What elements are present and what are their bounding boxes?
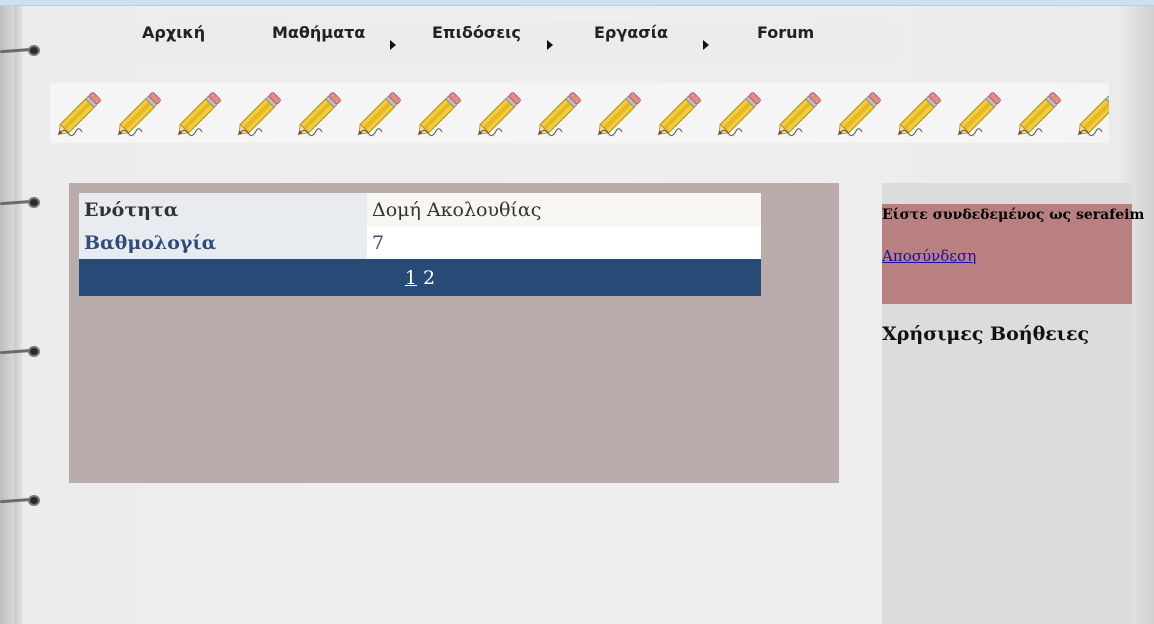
grade-table: Ενότητα Δομή Ακολουθίας Βαθμολογία 7 1 2: [79, 193, 761, 296]
unit-value: Δομή Ακολουθίας: [367, 193, 761, 226]
main-navigation: Αρχική Μαθήματα Επιδόσεις Εργασία Forum: [98, 22, 899, 63]
nav-item-assignment[interactable]: Εργασία: [594, 23, 668, 42]
sidebar: Είστε συνδεδεμένος ως serafeim Αποσύνδεσ…: [882, 183, 1144, 624]
pencil-icon: [237, 92, 281, 137]
pencil-icon: [777, 92, 821, 137]
pencil-icon: [897, 92, 941, 137]
pager-row: 1 2: [79, 259, 761, 296]
submenu-arrow-icon: [390, 40, 396, 50]
grade-header: Βαθμολογία: [79, 226, 367, 259]
pencil-icon: [297, 92, 341, 137]
login-status-box: Είστε συνδεδεμένος ως serafeim Αποσύνδεσ…: [882, 204, 1144, 304]
pencil-icon: [957, 92, 1001, 137]
nav-item-courses[interactable]: Μαθήματα: [272, 23, 365, 42]
pencil-icon: [1077, 92, 1109, 137]
logout-link[interactable]: Αποσύνδεση: [882, 247, 976, 265]
pencil-icon: [357, 92, 401, 137]
notebook-spine: [14, 6, 22, 624]
pencil-icon: [417, 92, 461, 137]
pencil-banner: [50, 83, 1109, 143]
page-link-1[interactable]: 1: [405, 267, 417, 289]
nav-item-home[interactable]: Αρχική: [142, 23, 205, 42]
table-row: Βαθμολογία 7: [79, 226, 761, 259]
pencil-icon: [1017, 92, 1061, 137]
page-link-2[interactable]: 2: [423, 267, 435, 289]
table-row: Ενότητα Δομή Ακολουθίας: [79, 193, 761, 226]
nav-item-forum[interactable]: Forum: [757, 23, 814, 42]
help-heading: Χρήσιμες Βοήθειες: [882, 323, 1090, 345]
binder-ring-icon: [0, 42, 42, 58]
pencil-icon: [117, 92, 161, 137]
pencil-icon: [597, 92, 641, 137]
login-status-text: Είστε συνδεδεμένος ως serafeim: [882, 207, 1145, 223]
grade-value: 7: [367, 226, 761, 259]
binder-ring-icon: [0, 343, 42, 359]
pencil-icon: [477, 92, 521, 137]
pencil-icon: [57, 92, 101, 137]
pencil-icon: [537, 92, 581, 137]
pencil-icon: [177, 92, 221, 137]
content-panel: Ενότητα Δομή Ακολουθίας Βαθμολογία 7 1 2: [69, 183, 839, 483]
nav-item-performance[interactable]: Επιδόσεις: [432, 23, 521, 42]
submenu-arrow-icon: [703, 40, 709, 50]
binder-ring-icon: [0, 492, 42, 508]
pager: 1 2: [79, 259, 761, 296]
binder-ring-icon: [0, 194, 42, 210]
pencil-icon: [717, 92, 761, 137]
pencil-icon: [837, 92, 881, 137]
submenu-arrow-icon: [547, 40, 553, 50]
unit-header: Ενότητα: [79, 193, 367, 226]
pencil-icon: [657, 92, 701, 137]
